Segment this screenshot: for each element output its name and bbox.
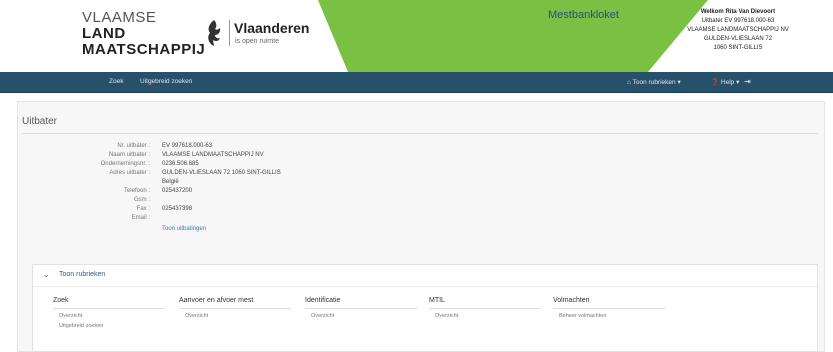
logo-separator (229, 20, 230, 46)
field-label: Nr. uitbater : (117, 143, 150, 149)
rubriek-column-title: Volmachten (553, 297, 665, 309)
main-content: Uitbater Nr. uitbater : EV 997618.000-63… (0, 93, 833, 352)
logout-icon[interactable]: ⇥ (744, 77, 751, 86)
user-line: GULDEN-VLIESLAAN 72 (703, 36, 773, 42)
rubriek-column-zoek: Zoek Overzicht Uitgebreid zoeken (53, 297, 165, 329)
rubriek-link[interactable]: Overzicht (305, 313, 417, 319)
lion-icon (208, 20, 221, 46)
rubriek-link[interactable]: Uitgebreid zoeken (53, 323, 165, 329)
rubriek-column-mtil: MTIL Overzicht (429, 297, 541, 319)
app-name[interactable]: Mestbankloket (548, 9, 619, 21)
field-label: Gsm : (134, 197, 150, 203)
divider (22, 133, 818, 134)
vlaanderen-logo[interactable]: Vlaanderen is open ruimte (203, 16, 313, 56)
user-info: Welkom Rita Van Dievoort Uitbater EV 997… (648, 8, 828, 53)
field-label: Email : (131, 215, 150, 221)
rubrieken-toggle-label: Toon rubrieken (59, 271, 106, 278)
field-value: GULDEN-VLIESLAAN 72 1060 SINT-GILLIS (162, 170, 281, 176)
caret-down-icon: ▾ (736, 79, 740, 86)
vlm-logo-line2: LAND (82, 25, 126, 42)
vlaanderen-tagline: is open ruimte (235, 38, 279, 45)
vlm-logo-line1: VLAAMSE (82, 9, 157, 26)
nav-zoek[interactable]: Zoek (109, 78, 123, 85)
uitbater-panel: Uitbater Nr. uitbater : EV 997618.000-63… (17, 101, 825, 352)
toon-uitbatingen-link[interactable]: Toon uitbatingen (162, 225, 206, 233)
field-label: Ondernemingsnr. : (100, 161, 150, 167)
nav-toon-rubrieken[interactable]: ⌂ Toon rubrieken ▾ (627, 78, 681, 86)
rubriek-link[interactable]: Overzicht (53, 313, 165, 319)
nav-help-label: Help (720, 79, 735, 86)
rubrieken-toggle[interactable]: ⌄ Toon rubrieken (33, 265, 819, 287)
user-line: Uitbater EV 997618.000-63 (701, 18, 775, 24)
vlaanderen-name: Vlaanderen (234, 20, 310, 36)
rubrieken-panel: ⌄ Toon rubrieken Zoek Overzicht Uitgebre… (32, 264, 819, 352)
help-circle-icon: ❓ (711, 79, 720, 86)
chevron-down-icon: ⌄ (43, 270, 50, 279)
field-label: Telefoon : (123, 188, 150, 194)
field-value: België (162, 179, 179, 185)
field-value: VLAAMSE LANDMAATSCHAPPIJ NV (162, 152, 264, 158)
rubriek-column-volmachten: Volmachten Beheer volmachten (553, 297, 665, 319)
home-icon: ⌂ (627, 79, 631, 86)
field-value: 025437200 (162, 188, 193, 194)
rubriek-column-title: MTIL (429, 297, 541, 309)
main-navbar: Zoek Uitgebreid zoeken ⌂ Toon rubrieken … (0, 72, 833, 93)
user-line: 1060 SINT-GILLIS (713, 45, 763, 51)
rubriek-link[interactable]: Beheer volmachten (553, 313, 665, 319)
vlm-logo[interactable]: VLAAMSE LAND MAATSCHAPPIJ (82, 10, 205, 58)
rubriek-column-aanvoer-afvoer: Aanvoer en afvoer mest Overzicht (179, 297, 291, 319)
nav-toon-rubrieken-label: Toon rubrieken (632, 79, 676, 86)
field-label: Adres uitbater : (109, 170, 150, 176)
user-line: VLAAMSE LANDMAATSCHAPPIJ NV (687, 27, 789, 33)
field-label: Naam uitbater : (108, 152, 150, 158)
vlm-logo-line3: MAATSCHAPPIJ (82, 41, 206, 58)
page-header: VLAAMSE LAND MAATSCHAPPIJ Vlaanderen is … (0, 0, 833, 72)
rubriek-column-title: Zoek (53, 297, 165, 309)
field-label: Fax : (136, 206, 150, 212)
user-welcome: Welkom Rita Van Dievoort (700, 9, 776, 15)
nav-uitgebreid-zoeken[interactable]: Uitgebreid zoeken (140, 78, 192, 85)
panel-title: Uitbater (22, 116, 58, 127)
field-value: EV 997618.000-63 (162, 143, 213, 149)
rubriek-link[interactable]: Overzicht (429, 313, 541, 319)
rubriek-column-title: Identificatie (305, 297, 417, 309)
rubriek-column-identificatie: Identificatie Overzicht (305, 297, 417, 319)
nav-help[interactable]: ❓ Help ▾ (711, 78, 739, 86)
caret-down-icon: ▾ (677, 79, 681, 86)
field-value: 025437398 (162, 206, 193, 212)
rubriek-column-title: Aanvoer en afvoer mest (179, 297, 291, 309)
rubriek-link[interactable]: Overzicht (179, 313, 291, 319)
field-value: 0236.506.685 (162, 161, 199, 167)
